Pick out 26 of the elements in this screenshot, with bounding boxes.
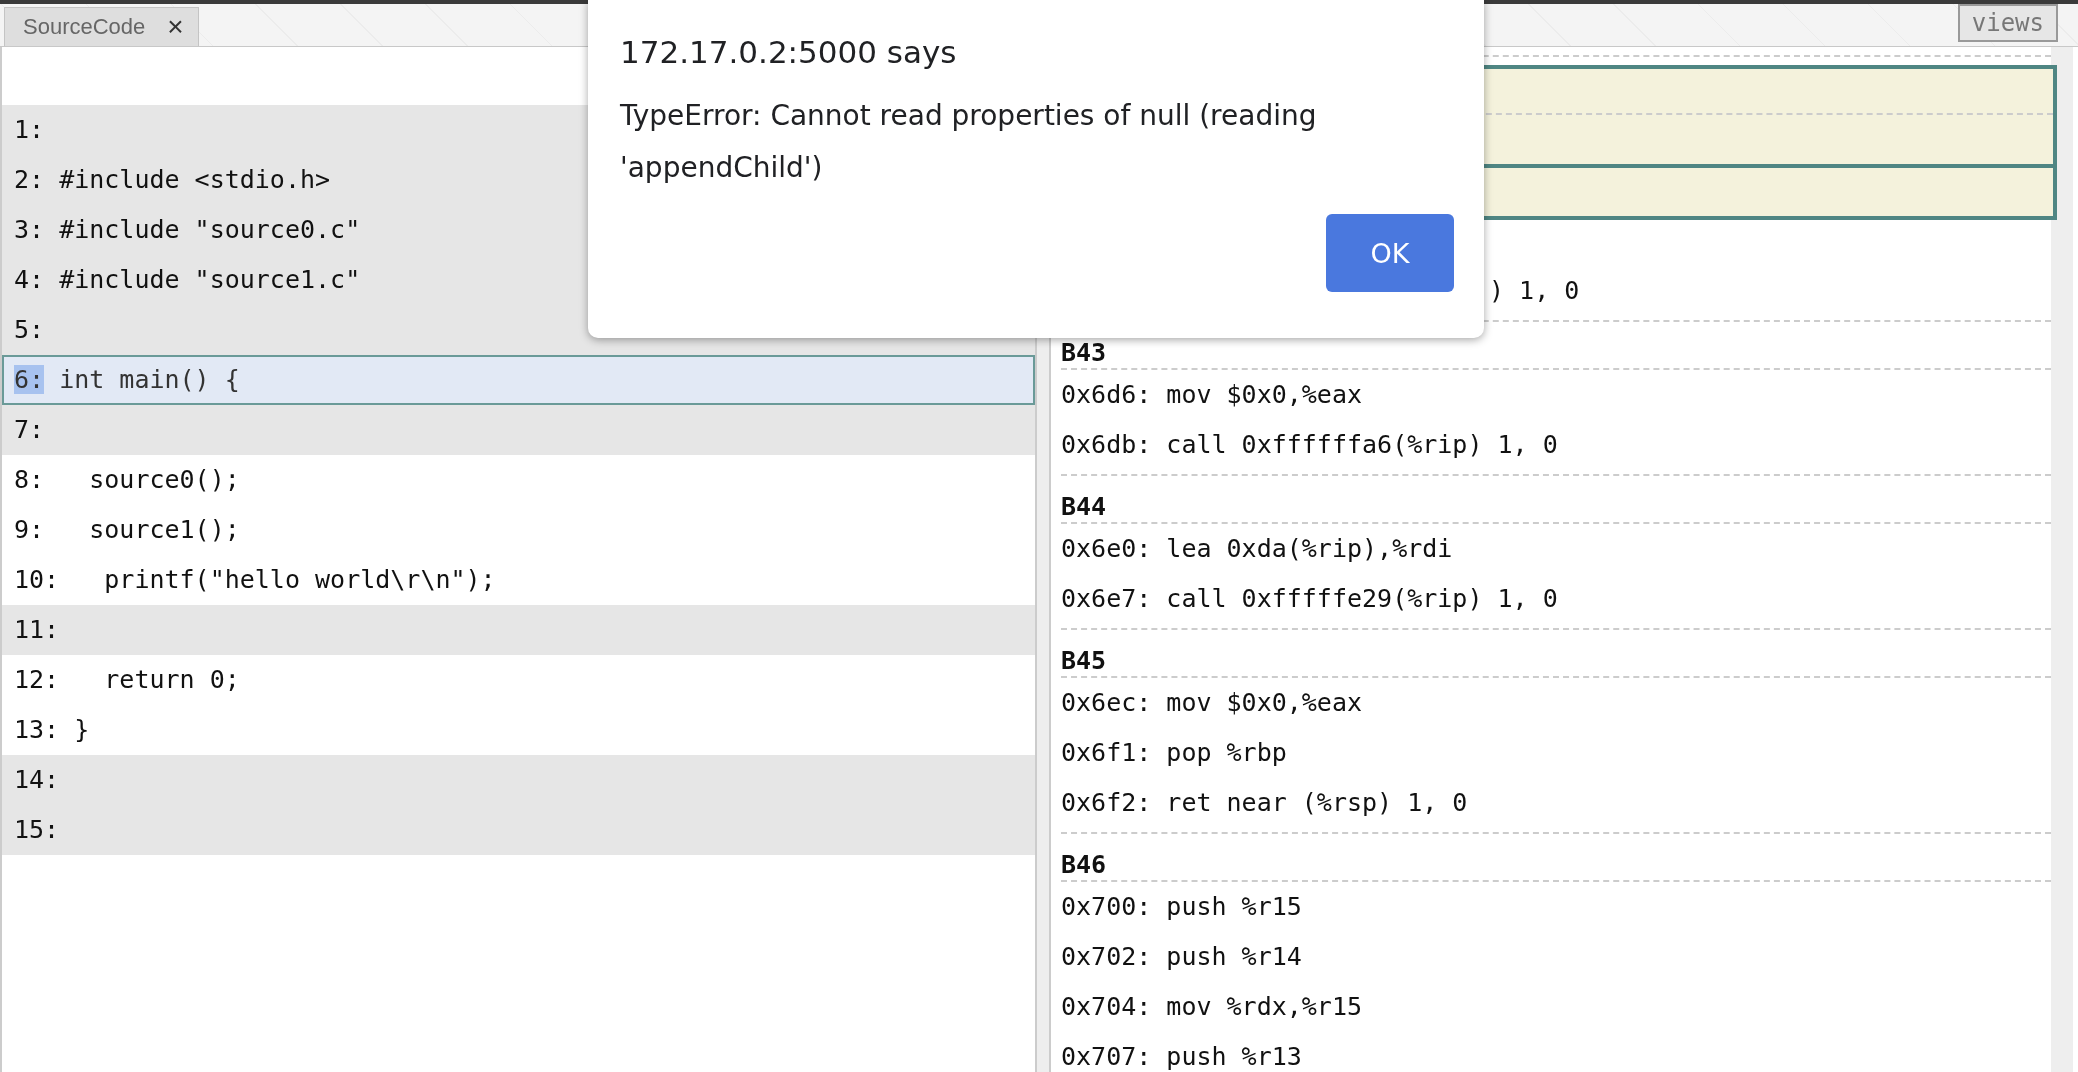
asm-line: 0x702: push %r14 (1061, 941, 1303, 973)
views-button[interactable]: views (1957, 4, 2058, 42)
scrollbar[interactable] (2051, 47, 2073, 1072)
close-icon[interactable]: × (167, 11, 184, 43)
asm-line: 0x700: push %r15 (1061, 891, 1303, 923)
code-line[interactable]: 10: printf("hello world\r\n"); (2, 555, 1035, 605)
asm-line: 0x6db: call 0xffffffa6(%rip) 1, 0 (1061, 429, 1559, 461)
block-label: B45 (1061, 642, 2051, 678)
code-line[interactable]: 13: } (2, 705, 1035, 755)
ok-button[interactable]: OK (1326, 214, 1454, 292)
asm-line: 0x6ec: mov $0x0,%eax (1061, 687, 1364, 719)
block-label: B46 (1061, 846, 2051, 882)
asm-line: ) 1, 0 (1488, 275, 1581, 307)
asm-line: 0x707: push %r13 (1061, 1041, 1303, 1072)
asm-line: 0x704: mov %rdx,%r15 (1061, 991, 1364, 1023)
code-line[interactable]: 9: source1(); (2, 505, 1035, 555)
asm-line: 0x6e7: call 0xfffffe29(%rip) 1, 0 (1061, 583, 1559, 615)
asm-line: 0x6e0: lea 0xda(%rip),%rdi (1061, 533, 1454, 565)
code-line[interactable]: 8: source0(); (2, 455, 1035, 505)
block-label: B44 (1061, 488, 2051, 524)
asm-line: 0x6f2: ret near (%rsp) 1, 0 (1061, 787, 1469, 819)
asm-line: 0x6d6: mov $0x0,%eax (1061, 379, 1364, 411)
dialog-title: 172.17.0.2:5000 says (620, 34, 958, 70)
code-line[interactable]: 12: return 0; (2, 655, 1035, 705)
asm-line: 0x6f1: pop %rbp (1061, 737, 1288, 769)
tab[interactable]: SourceCode × (4, 7, 199, 46)
